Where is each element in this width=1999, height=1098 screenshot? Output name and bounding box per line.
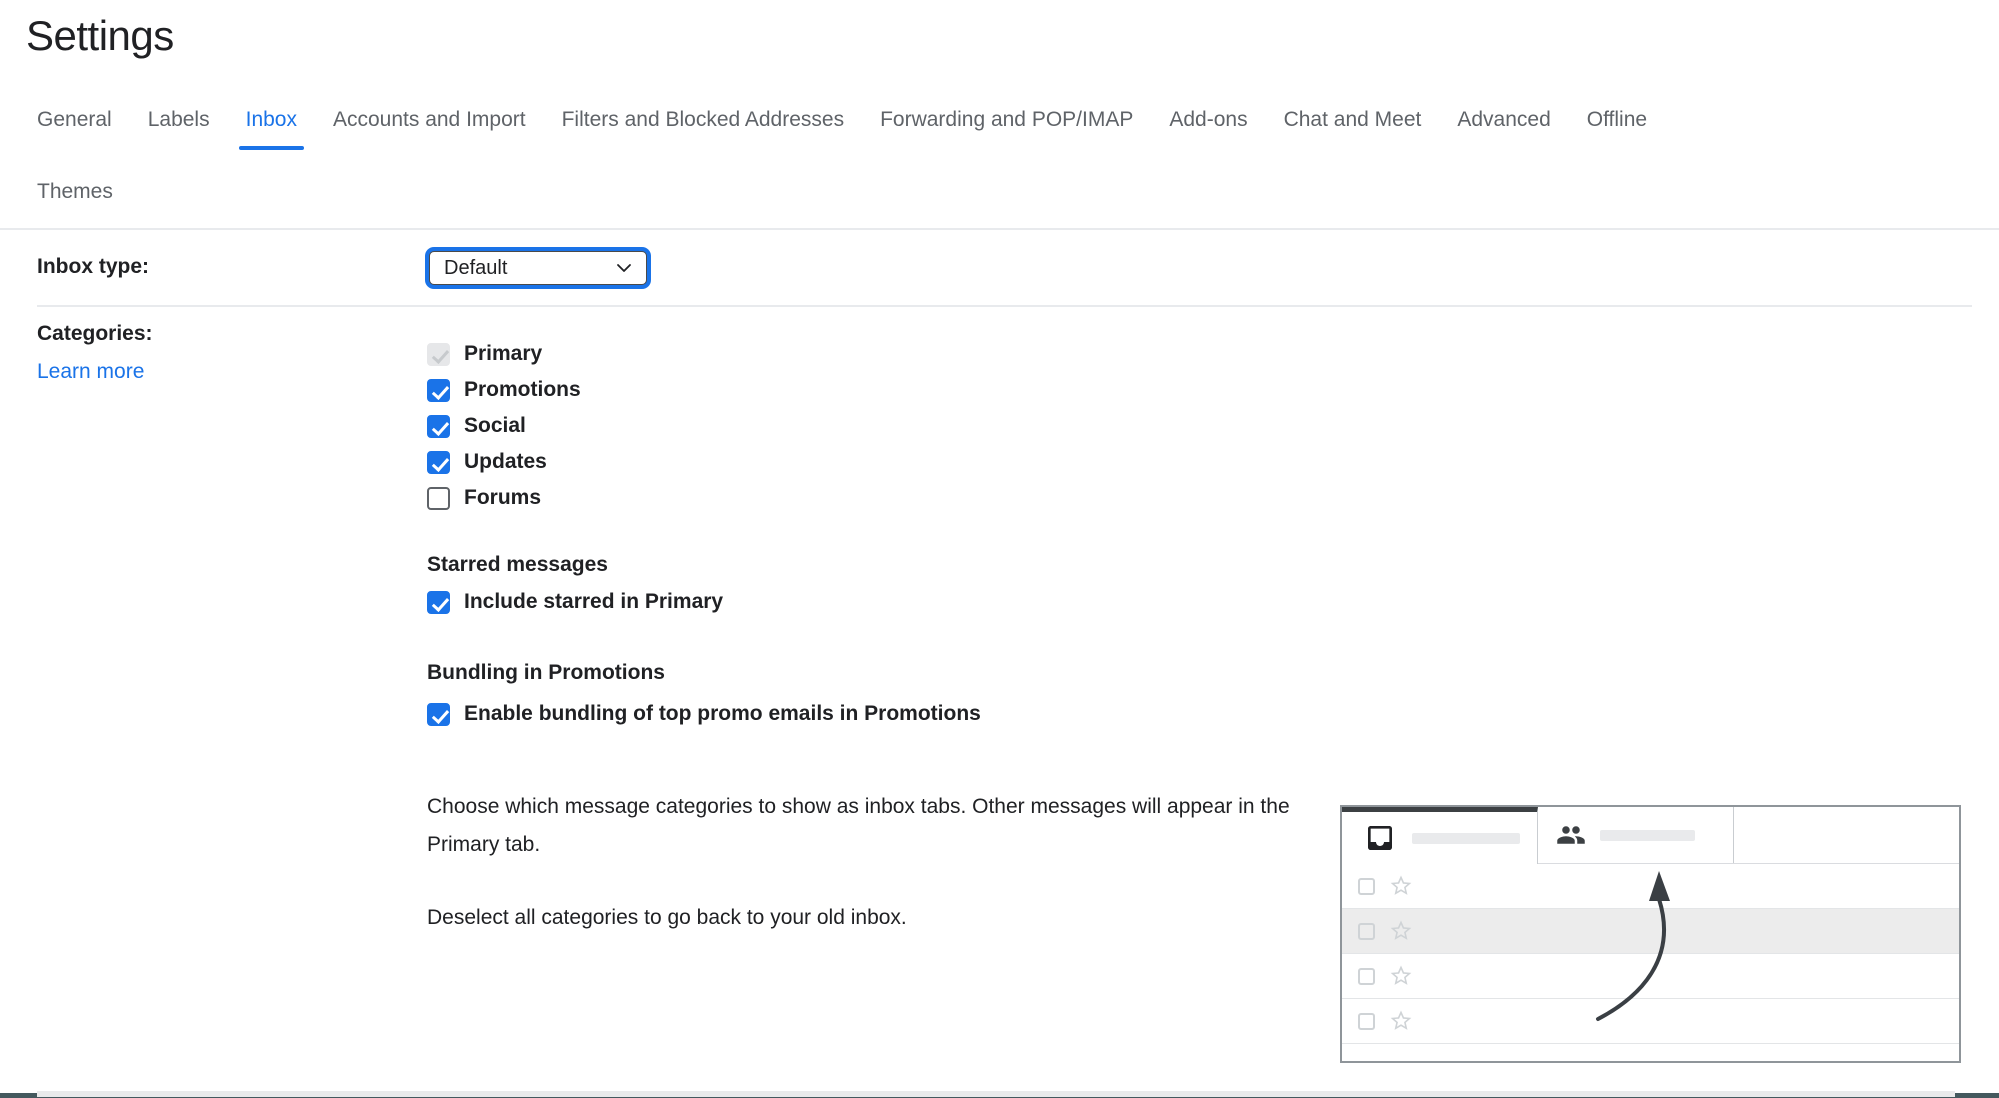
tab-general[interactable]: General xyxy=(37,108,112,132)
category-row-forums: Forums xyxy=(427,480,581,516)
illustration-row xyxy=(1342,999,1959,1044)
starred-messages-heading: Starred messages xyxy=(427,553,608,577)
inbox-icon xyxy=(1364,822,1396,854)
tab-accounts-and-import[interactable]: Accounts and Import xyxy=(333,108,526,132)
inbox-tabs-illustration xyxy=(1340,805,1961,1063)
inbox-type-divider xyxy=(37,305,1972,307)
bundling-option-row: Enable bundling of top promo emails in P… xyxy=(427,702,981,726)
gmail-settings-page: Settings General Labels Inbox Accounts and … xyxy=(0,0,1999,1098)
checkbox-outline-icon xyxy=(1358,878,1375,895)
tab-label: Filters and Blocked Addresses xyxy=(562,108,844,131)
categories-checkbox-list: Primary Promotions Social Updates Forums xyxy=(427,336,581,516)
star-outline-icon xyxy=(1389,1009,1413,1033)
starred-option-row: Include starred in Primary xyxy=(427,590,723,614)
illustration-social-tab xyxy=(1538,807,1734,863)
checkbox-label: Social xyxy=(464,414,526,438)
star-outline-icon xyxy=(1389,874,1413,898)
checkbox-enable-bundling-of-top-promo-emails-in-promotions[interactable] xyxy=(427,703,450,726)
checkbox-promotions[interactable] xyxy=(427,379,450,402)
checkbox-include-starred-in-primary[interactable] xyxy=(427,591,450,614)
checkbox-outline-icon xyxy=(1358,968,1375,985)
checkmark-icon xyxy=(432,418,449,436)
page-title: Settings xyxy=(26,12,174,60)
tab-label-placeholder xyxy=(1600,830,1695,841)
chevron-down-icon xyxy=(616,263,632,273)
tab-row-2: Themes xyxy=(37,180,1967,204)
illustration-message-list xyxy=(1342,863,1959,1061)
star-outline-icon xyxy=(1389,964,1413,988)
tab-advanced[interactable]: Advanced xyxy=(1457,108,1550,132)
inbox-type-select[interactable]: Default xyxy=(429,251,647,285)
category-row-updates: Updates xyxy=(427,444,581,480)
inbox-type-selected-value: Default xyxy=(444,257,616,280)
checkbox-label: Include starred in Primary xyxy=(464,590,723,614)
checkmark-icon xyxy=(432,594,449,612)
category-row-social: Social xyxy=(427,408,581,444)
illustration-row xyxy=(1342,909,1959,954)
categories-description: Choose which message categories to show … xyxy=(427,788,1312,864)
tab-add-ons[interactable]: Add-ons xyxy=(1169,108,1247,132)
tab-forwarding-and-pop-imap[interactable]: Forwarding and POP/IMAP xyxy=(880,108,1133,132)
learn-more-link[interactable]: Learn more xyxy=(37,360,144,384)
checkbox-updates[interactable] xyxy=(427,451,450,474)
tab-label: Labels xyxy=(148,108,210,131)
people-icon xyxy=(1556,820,1586,850)
tab-row-1: General Labels Inbox Accounts and Import Fil… xyxy=(37,108,1967,132)
categories-label: Categories: xyxy=(37,322,153,346)
settings-tab-bar: General Labels Inbox Accounts and Import Fil… xyxy=(37,108,1967,204)
inbox-type-label: Inbox type: xyxy=(37,255,149,279)
tab-label: Add-ons xyxy=(1169,108,1247,131)
checkmark-icon xyxy=(432,382,449,400)
tab-label: General xyxy=(37,108,112,131)
checkbox-label: Forums xyxy=(464,486,541,510)
tab-label: Advanced xyxy=(1457,108,1550,131)
illustration-row xyxy=(1342,954,1959,999)
horizontal-scrollbar-thumb[interactable] xyxy=(37,1091,1955,1097)
checkbox-outline-icon xyxy=(1358,1013,1375,1030)
tab-label: Forwarding and POP/IMAP xyxy=(880,108,1133,131)
tab-filters-and-blocked-addresses[interactable]: Filters and Blocked Addresses xyxy=(562,108,844,132)
bundling-heading: Bundling in Promotions xyxy=(427,661,665,685)
tab-offline[interactable]: Offline xyxy=(1587,108,1647,132)
tab-label: Themes xyxy=(37,180,113,203)
checkbox-primary xyxy=(427,343,450,366)
checkbox-label: Enable bundling of top promo emails in P… xyxy=(464,702,981,726)
category-row-primary: Primary xyxy=(427,336,581,372)
illustration-primary-tab xyxy=(1342,807,1538,864)
checkmark-icon xyxy=(432,706,449,724)
tab-themes[interactable]: Themes xyxy=(37,180,113,204)
deselect-description: Deselect all categories to go back to yo… xyxy=(427,899,1312,937)
checkbox-social[interactable] xyxy=(427,415,450,438)
tab-label: Inbox xyxy=(246,108,297,131)
tab-labels[interactable]: Labels xyxy=(148,108,210,132)
tab-label-placeholder xyxy=(1412,833,1520,844)
star-outline-icon xyxy=(1389,919,1413,943)
illustration-row xyxy=(1342,864,1959,909)
checkbox-label: Promotions xyxy=(464,378,581,402)
tab-label: Chat and Meet xyxy=(1284,108,1422,131)
checkbox-forums[interactable] xyxy=(427,487,450,510)
checkbox-outline-icon xyxy=(1358,923,1375,940)
tab-chat-and-meet[interactable]: Chat and Meet xyxy=(1284,108,1422,132)
category-row-promotions: Promotions xyxy=(427,372,581,408)
checkbox-label: Primary xyxy=(464,342,542,366)
tab-label: Offline xyxy=(1587,108,1647,131)
checkmark-icon xyxy=(432,454,449,472)
checkmark-icon xyxy=(432,346,449,364)
checkbox-label: Updates xyxy=(464,450,547,474)
tab-inbox[interactable]: Inbox xyxy=(246,108,297,132)
tabs-divider xyxy=(0,228,1999,230)
active-tab-underline xyxy=(239,146,304,150)
tab-label: Accounts and Import xyxy=(333,108,526,131)
